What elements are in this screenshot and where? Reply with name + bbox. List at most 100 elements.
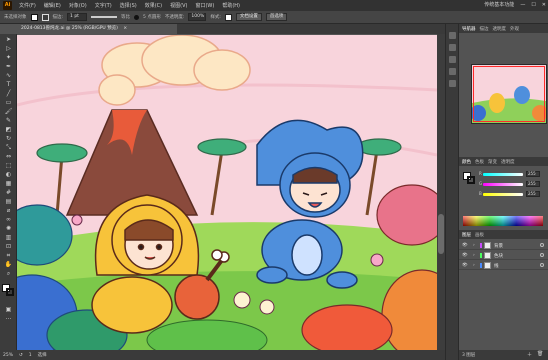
brush-definition[interactable]: 5 点圆形: [143, 14, 161, 20]
expand-chevron-icon[interactable]: ›: [473, 263, 475, 268]
selection-tool-icon[interactable]: ➤: [4, 36, 13, 44]
direct-selection-tool-icon[interactable]: ▷: [4, 45, 13, 53]
blend-tool-icon[interactable]: ∞: [4, 216, 13, 224]
pen-tool-icon[interactable]: ✒: [4, 63, 13, 71]
profile-label[interactable]: 等比: [121, 14, 130, 20]
navigator-preview[interactable]: [471, 64, 547, 124]
eyedropper-tool-icon[interactable]: ⌀: [4, 207, 13, 215]
tab-artboards[interactable]: 画板: [475, 232, 484, 238]
layer-row[interactable]: 👁 › 线: [459, 261, 548, 270]
page-number[interactable]: 1: [29, 353, 32, 358]
zoom-level[interactable]: 25%: [3, 353, 13, 358]
channel-r-slider[interactable]: [483, 173, 523, 176]
pathfinder-panel-icon[interactable]: [449, 68, 456, 75]
libraries-panel-icon[interactable]: [449, 44, 456, 51]
workspace-switcher[interactable]: 传统基本功能: [484, 1, 514, 8]
tab-color[interactable]: 颜色: [462, 159, 471, 165]
channel-b-value[interactable]: 255: [526, 191, 540, 197]
layer-name[interactable]: 色块: [494, 253, 503, 259]
tab-navigator[interactable]: 导航器: [462, 26, 476, 32]
stroke-weight-field[interactable]: 1 pt: [67, 13, 88, 21]
width-tool-icon[interactable]: ⇔: [4, 153, 13, 161]
menu-object[interactable]: 对象(O): [65, 2, 91, 9]
tab-swatches[interactable]: 色板: [475, 159, 484, 165]
layer-name[interactable]: 背景: [494, 243, 503, 249]
menu-effect[interactable]: 效果(C): [141, 2, 166, 9]
stroke-swatch[interactable]: [41, 13, 49, 21]
layer-row[interactable]: 👁 › 色块: [459, 251, 548, 260]
type-tool-icon[interactable]: T: [4, 81, 13, 89]
expand-chevron-icon[interactable]: ›: [473, 243, 475, 248]
tab-stroke[interactable]: 描边: [480, 26, 489, 32]
gradient-tool-icon[interactable]: ▤: [4, 198, 13, 206]
preferences-button[interactable]: 首选项: [265, 13, 288, 21]
symbol-sprayer-tool-icon[interactable]: ✺: [4, 225, 13, 233]
layer-target-icon[interactable]: [540, 253, 544, 257]
minimize-icon[interactable]: —: [520, 2, 525, 8]
align-panel-icon[interactable]: [449, 56, 456, 63]
tab-gradient[interactable]: 渐变: [488, 159, 497, 165]
menu-select[interactable]: 选择(S): [116, 2, 141, 9]
menu-view[interactable]: 视图(V): [166, 2, 191, 9]
rotate-view-icon[interactable]: ↺: [19, 353, 23, 358]
layer-target-icon[interactable]: [540, 263, 544, 267]
line-tool-icon[interactable]: ╱: [4, 90, 13, 98]
opacity-field[interactable]: 100%: [188, 13, 207, 21]
navigator-view-box[interactable]: [473, 66, 545, 122]
properties-panel-icon[interactable]: [449, 32, 456, 39]
hand-tool-icon[interactable]: ✋: [4, 261, 13, 269]
channel-g-slider[interactable]: [483, 183, 523, 186]
rotate-tool-icon[interactable]: ↻: [4, 135, 13, 143]
delete-layer-icon[interactable]: 🗑: [537, 351, 543, 357]
eraser-tool-icon[interactable]: ◩: [4, 126, 13, 134]
menu-help[interactable]: 帮助(H): [218, 2, 244, 9]
scale-tool-icon[interactable]: ⤡: [4, 144, 13, 152]
menu-window[interactable]: 窗口(W): [191, 2, 218, 9]
expand-chevron-icon[interactable]: ›: [473, 253, 475, 258]
magic-wand-tool-icon[interactable]: ✦: [4, 54, 13, 62]
layer-target-icon[interactable]: [540, 243, 544, 247]
tab-layers[interactable]: 图层: [462, 232, 471, 238]
stroke-color-box[interactable]: [6, 288, 14, 296]
shape-builder-tool-icon[interactable]: ◐: [4, 171, 13, 179]
tab-appearance[interactable]: 外观: [510, 26, 519, 32]
close-window-icon[interactable]: ✕: [542, 2, 546, 8]
new-layer-icon[interactable]: ＋: [527, 351, 532, 358]
graph-tool-icon[interactable]: ▥: [4, 234, 13, 242]
screen-mode-icon[interactable]: ▣: [4, 306, 13, 314]
layer-row[interactable]: 👁 › 背景: [459, 241, 548, 250]
edit-toolbar-icon[interactable]: ···: [4, 316, 13, 324]
document-setup-button[interactable]: 文档设置: [235, 13, 262, 21]
menu-file[interactable]: 文件(F): [15, 2, 40, 9]
channel-g-value[interactable]: 255: [526, 181, 540, 187]
menu-type[interactable]: 文字(T): [91, 2, 116, 9]
rectangle-tool-icon[interactable]: ▭: [4, 99, 13, 107]
canvas-area[interactable]: [17, 34, 437, 350]
close-tab-icon[interactable]: ×: [123, 26, 127, 31]
channel-r-value[interactable]: 255: [526, 171, 540, 177]
layer-name[interactable]: 线: [494, 263, 499, 269]
pencil-tool-icon[interactable]: ✎: [4, 117, 13, 125]
menu-edit[interactable]: 编辑(E): [40, 2, 65, 9]
channel-b-slider[interactable]: [483, 193, 523, 196]
transform-panel-icon[interactable]: [449, 80, 456, 87]
curvature-tool-icon[interactable]: ∿: [4, 72, 13, 80]
perspective-tool-icon[interactable]: ▦: [4, 180, 13, 188]
style-swatch[interactable]: [224, 13, 232, 21]
variable-width-preview[interactable]: [91, 16, 118, 18]
fill-swatch[interactable]: [30, 13, 38, 21]
artboard-tool-icon[interactable]: ⊡: [4, 243, 13, 251]
paintbrush-tool-icon[interactable]: 🖌: [4, 108, 13, 116]
visibility-eye-icon[interactable]: 👁: [462, 263, 468, 268]
maximize-icon[interactable]: ☐: [531, 2, 535, 8]
visibility-eye-icon[interactable]: 👁: [462, 253, 468, 258]
mesh-tool-icon[interactable]: #: [4, 189, 13, 197]
tab-transparency[interactable]: 透明度: [493, 26, 507, 32]
free-transform-tool-icon[interactable]: ⬚: [4, 162, 13, 170]
visibility-eye-icon[interactable]: 👁: [462, 243, 468, 248]
vertical-scrollbar[interactable]: [437, 34, 445, 350]
color-stroke-indicator[interactable]: [467, 176, 475, 184]
slice-tool-icon[interactable]: ⌗: [4, 252, 13, 260]
scrollbar-thumb[interactable]: [438, 214, 444, 254]
zoom-tool-icon[interactable]: ⌕: [4, 270, 13, 278]
